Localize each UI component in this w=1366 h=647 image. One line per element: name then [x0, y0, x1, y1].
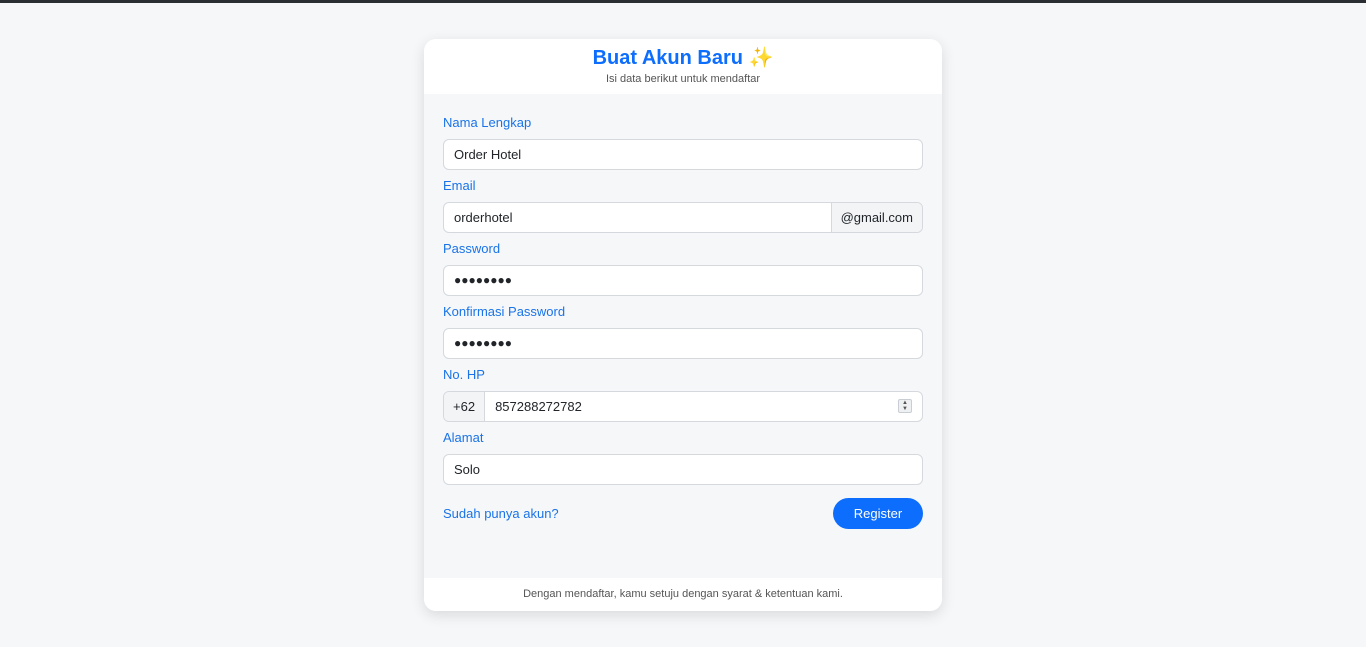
register-card: Buat Akun Baru ✨ Isi data berikut untuk …	[424, 39, 942, 611]
page-subtitle: Isi data berikut untuk mendaftar	[605, 73, 761, 85]
password-value[interactable]: ●●●●●●●●	[444, 266, 922, 295]
full-name-label: Nama Lengkap	[443, 115, 532, 130]
phone-field: No. HP +62 857288272782 ▲ ▼	[443, 367, 923, 422]
confirm-password-input[interactable]: ●●●●●●●●	[443, 328, 923, 359]
phone-input-group: +62 857288272782 ▲ ▼	[443, 391, 923, 422]
full-name-field: Nama Lengkap Order Hotel	[443, 115, 923, 170]
register-form: Nama Lengkap Order Hotel Email orderhote…	[424, 94, 942, 529]
number-spinner-icon[interactable]: ▲ ▼	[898, 399, 912, 413]
sparkles-icon: ✨	[748, 47, 774, 69]
password-field: Password ●●●●●●●●	[443, 241, 923, 296]
browser-top-strip	[0, 0, 1366, 3]
confirm-password-value[interactable]: ●●●●●●●●	[444, 329, 922, 358]
register-button[interactable]: Register	[833, 498, 923, 529]
full-name-input[interactable]: Order Hotel	[443, 139, 923, 170]
terms-footer: Dengan mendaftar, kamu setuju dengan sya…	[424, 578, 942, 611]
email-input-group: orderhotel @gmail.com	[443, 202, 923, 233]
confirm-password-field: Konfirmasi Password ●●●●●●●●	[443, 304, 923, 359]
login-link[interactable]: Sudah punya akun?	[443, 506, 559, 521]
phone-country-code: +62	[444, 392, 486, 421]
form-actions: Sudah punya akun? Register	[443, 498, 923, 529]
full-name-value[interactable]: Order Hotel	[444, 140, 922, 169]
address-field: Alamat Solo	[443, 430, 923, 485]
page-title: Buat Akun Baru ✨	[424, 46, 942, 70]
password-label: Password	[443, 241, 501, 256]
phone-label: No. HP	[443, 367, 485, 382]
spinner-down-icon[interactable]: ▼	[902, 406, 908, 412]
confirm-password-label: Konfirmasi Password	[443, 304, 566, 319]
phone-input[interactable]: 857288272782	[485, 392, 898, 421]
address-value[interactable]: Solo	[444, 455, 922, 484]
address-label: Alamat	[443, 430, 484, 445]
email-field: Email orderhotel @gmail.com	[443, 178, 923, 233]
page-title-text: Buat Akun Baru	[592, 47, 743, 69]
email-domain-addon: @gmail.com	[830, 203, 922, 232]
email-input[interactable]: orderhotel	[444, 203, 831, 232]
card-header: Buat Akun Baru ✨ Isi data berikut untuk …	[424, 39, 942, 94]
email-label: Email	[443, 178, 476, 193]
password-input[interactable]: ●●●●●●●●	[443, 265, 923, 296]
address-input[interactable]: Solo	[443, 454, 923, 485]
